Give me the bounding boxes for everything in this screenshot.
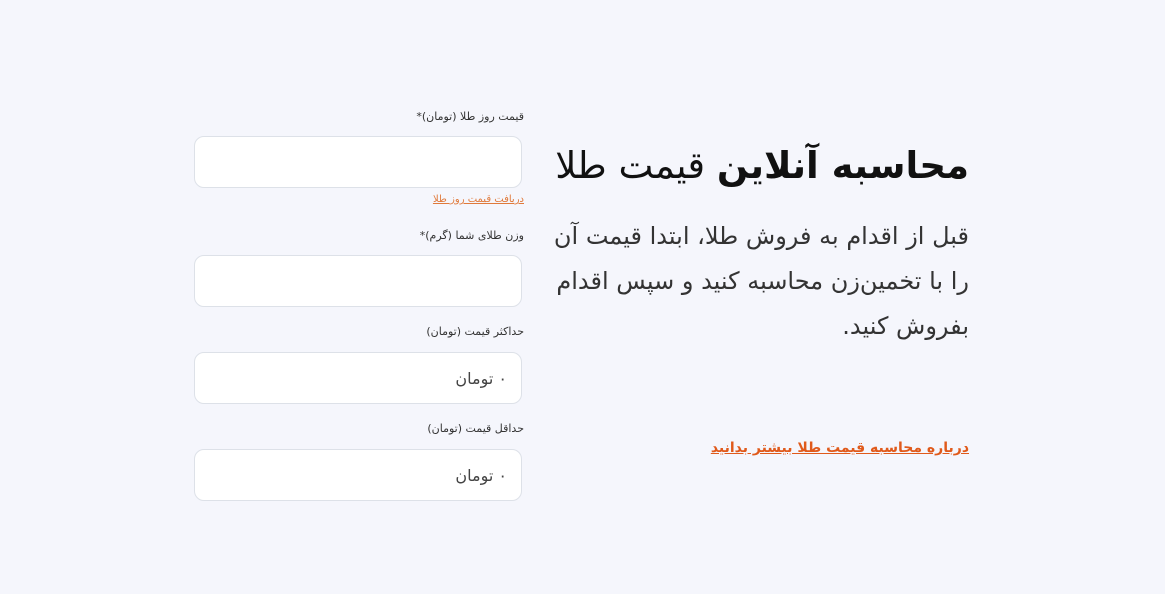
gold-price-input[interactable] (194, 136, 522, 188)
max-price-label: حداکثر قیمت (تومان) (426, 325, 524, 338)
learn-more-link[interactable]: درباره محاسبه قیمت طلا بیشتر بدانید (545, 440, 969, 456)
gold-price-label: قیمت روز طلا (تومان)* (416, 110, 524, 123)
gold-weight-input[interactable] (194, 255, 522, 307)
min-price-field: ۰ تومان (194, 449, 522, 501)
get-gold-price-link[interactable]: دریافت قیمت روز طلا (433, 194, 524, 205)
page-title-bold: محاسبه آنلاین (716, 144, 969, 187)
intro-block: محاسبه آنلاین قیمت طلا قبل از اقدام به ف… (545, 140, 969, 349)
gold-calculator-section: محاسبه آنلاین قیمت طلا قبل از اقدام به ف… (0, 0, 1165, 594)
max-price-value: ۰ تومان (455, 368, 507, 388)
min-price-value: ۰ تومان (455, 465, 507, 485)
page-title: محاسبه آنلاین قیمت طلا (545, 140, 969, 192)
max-price-field: ۰ تومان (194, 352, 522, 404)
gold-weight-label: وزن طلای شما (گرم)* (419, 229, 524, 242)
min-price-label: حداقل قیمت (تومان) (427, 422, 524, 435)
page-title-rest: قیمت طلا (555, 144, 717, 187)
intro-description: قبل از اقدام به فروش طلا، ابتدا قیمت آن … (553, 222, 969, 340)
